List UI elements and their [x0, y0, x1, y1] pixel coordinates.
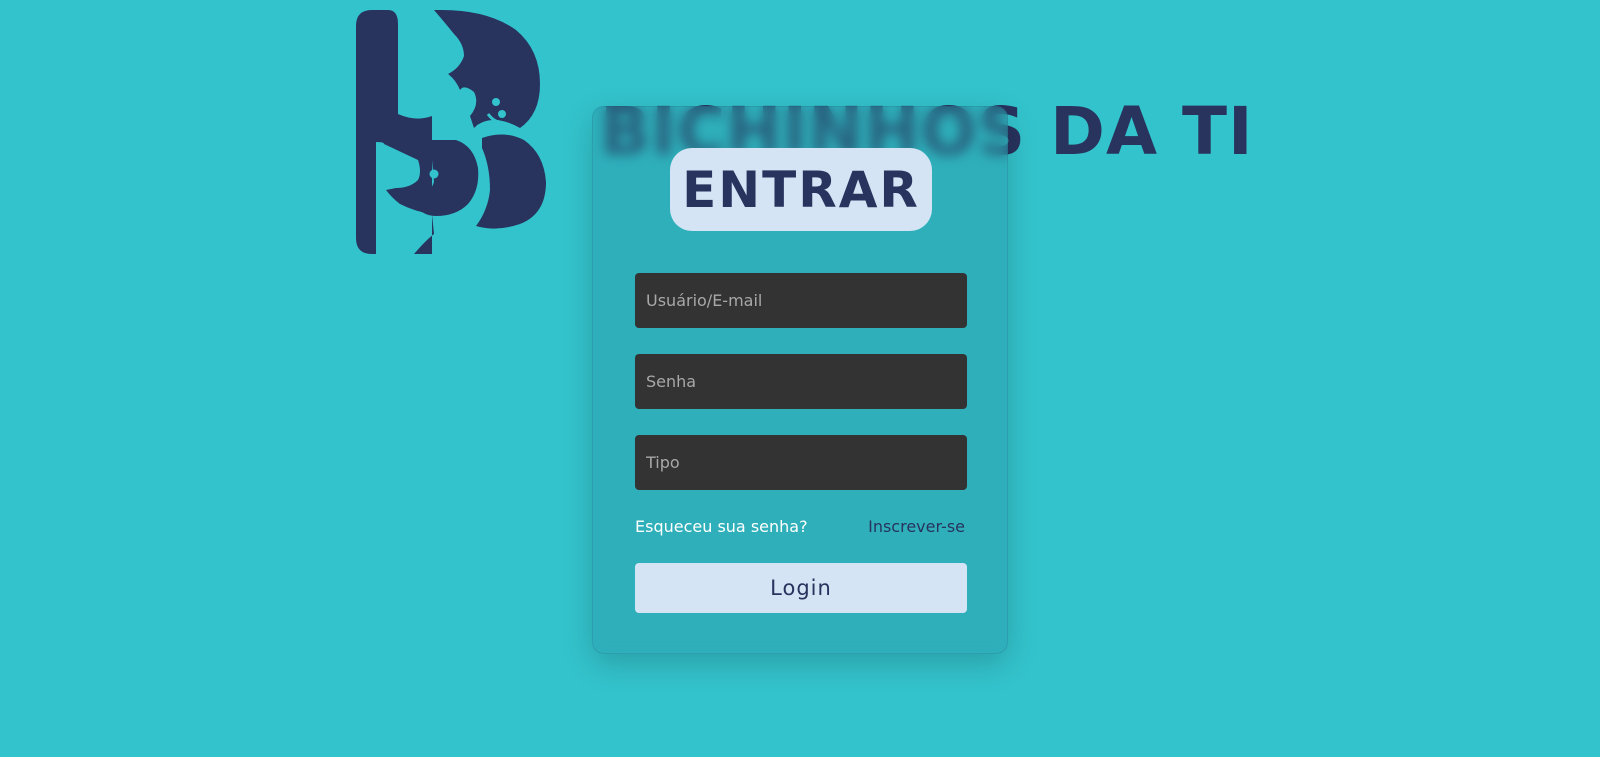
login-title: ENTRAR — [682, 160, 920, 219]
user-type-input[interactable] — [635, 435, 967, 490]
password-input[interactable] — [635, 354, 967, 409]
signup-link[interactable]: Inscrever-se — [868, 517, 965, 537]
forgot-password-link[interactable]: Esqueceu sua senha? — [635, 517, 808, 537]
login-card: ENTRAR Esqueceu sua senha? Inscrever-se … — [592, 106, 1008, 654]
login-button[interactable]: Login — [635, 563, 967, 613]
bichinhos-logo-icon — [356, 10, 546, 254]
username-email-input[interactable] — [635, 273, 967, 328]
login-title-pill: ENTRAR — [670, 148, 932, 231]
